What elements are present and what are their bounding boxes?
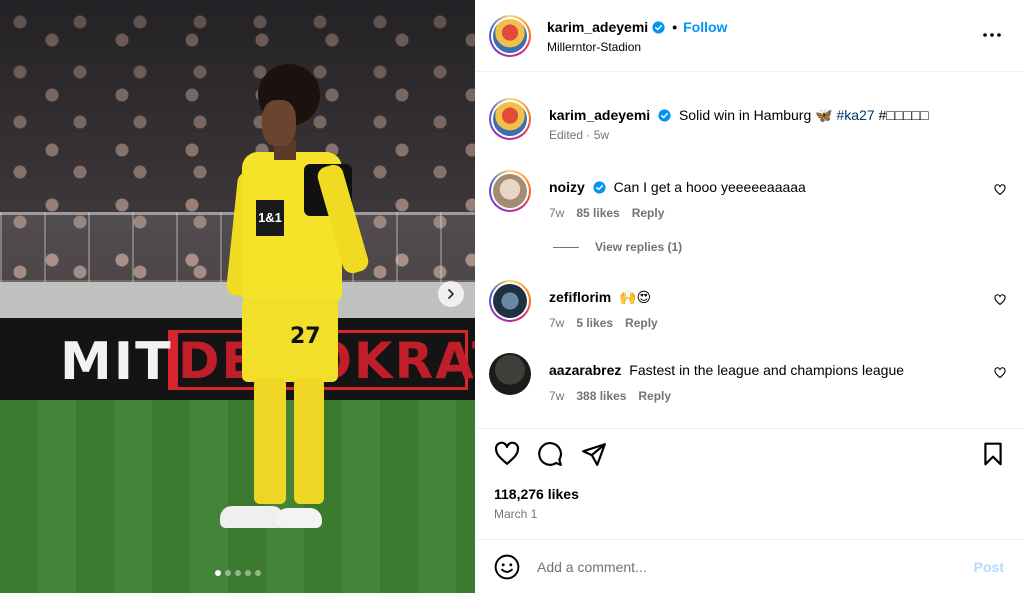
comment-age[interactable]: 7w bbox=[549, 316, 564, 330]
heart-icon[interactable] bbox=[994, 294, 1006, 306]
header-separator: • bbox=[672, 19, 678, 35]
reply-button[interactable]: Reply bbox=[632, 206, 665, 220]
comment-text: 🙌😍 bbox=[619, 289, 652, 305]
more-options-icon[interactable] bbox=[982, 26, 1002, 44]
chevron-right-icon bbox=[448, 289, 454, 299]
carousel-indicator bbox=[0, 570, 475, 576]
carousel-next-button[interactable] bbox=[438, 281, 464, 307]
comment-likes[interactable]: 85 likes bbox=[576, 206, 619, 220]
carousel-dot[interactable] bbox=[214, 570, 221, 576]
post-date[interactable]: March 1 bbox=[494, 507, 537, 521]
comment-age[interactable]: 7w bbox=[549, 389, 564, 403]
jersey-sponsor: 1&1 bbox=[256, 200, 284, 236]
heart-icon[interactable] bbox=[994, 184, 1006, 196]
comment-likes[interactable]: 388 likes bbox=[576, 389, 626, 403]
heart-icon[interactable] bbox=[494, 441, 520, 467]
hashtag[interactable]: #ka27 bbox=[836, 107, 874, 123]
commenter-avatar[interactable] bbox=[489, 280, 531, 322]
view-replies-label: View replies (1) bbox=[595, 240, 683, 254]
emoji-icon[interactable] bbox=[494, 554, 520, 580]
bookmark-icon[interactable] bbox=[980, 441, 1006, 467]
comment-username[interactable]: aazarabrez bbox=[549, 362, 621, 378]
jersey-number: 27 bbox=[290, 324, 321, 349]
comment-age[interactable]: 7w bbox=[549, 206, 564, 220]
commenter-avatar[interactable] bbox=[489, 353, 531, 395]
player-figure: 1&1 27 bbox=[218, 60, 371, 530]
post-details-panel: karim_adeyemi • Follow Millerntor-Stadio… bbox=[475, 0, 1024, 593]
comments-list: karim_adeyemi Solid win in Hamburg 🦋 #ka… bbox=[475, 72, 1024, 428]
follow-button[interactable]: Follow bbox=[683, 19, 727, 35]
comment-input[interactable] bbox=[537, 554, 937, 580]
caption-avatar[interactable] bbox=[489, 98, 531, 140]
comment-username[interactable]: zefiflorim bbox=[549, 289, 611, 305]
carousel-dot[interactable] bbox=[254, 570, 261, 576]
share-icon[interactable] bbox=[581, 441, 607, 467]
comment-composer: Post bbox=[475, 539, 1024, 593]
commenter-avatar[interactable] bbox=[489, 170, 531, 212]
verified-badge-icon bbox=[593, 181, 606, 194]
comment-username[interactable]: noizy bbox=[549, 179, 585, 195]
comment-icon[interactable] bbox=[537, 441, 563, 467]
post-image[interactable]: MIT DEMOKRATIE 1&1 27 bbox=[0, 0, 475, 593]
likes-count[interactable]: 118,276 likes bbox=[494, 486, 579, 502]
verified-badge-icon bbox=[652, 20, 665, 34]
reply-button[interactable]: Reply bbox=[625, 316, 658, 330]
reply-button[interactable]: Reply bbox=[638, 389, 671, 403]
post-header: karim_adeyemi • Follow Millerntor-Stadio… bbox=[475, 0, 1024, 72]
view-replies-button[interactable]: View replies (1) bbox=[553, 240, 682, 254]
author-username[interactable]: karim_adeyemi bbox=[547, 19, 648, 35]
comment-text: Fastest in the league and champions leag… bbox=[629, 362, 905, 378]
heart-icon[interactable] bbox=[994, 367, 1006, 379]
post-comment-button[interactable]: Post bbox=[974, 559, 1004, 575]
post-location[interactable]: Millerntor-Stadion bbox=[547, 40, 641, 54]
author-avatar[interactable] bbox=[489, 15, 531, 57]
verified-badge-icon bbox=[658, 109, 671, 122]
comment-text: Can I get a hooo yeeeeeaaaaa bbox=[613, 179, 806, 195]
carousel-dot[interactable] bbox=[244, 570, 251, 576]
caption-text: Solid win in Hamburg 🦋 bbox=[678, 107, 833, 123]
hashtag[interactable]: #□□□□□ bbox=[879, 107, 929, 123]
carousel-dot[interactable] bbox=[224, 570, 231, 576]
carousel-dot[interactable] bbox=[234, 570, 241, 576]
caption-meta: Edited · 5w bbox=[549, 128, 610, 142]
action-bar bbox=[475, 428, 1024, 474]
comment-likes[interactable]: 5 likes bbox=[576, 316, 613, 330]
caption-username[interactable]: karim_adeyemi bbox=[549, 107, 650, 123]
board-text-mit: MIT bbox=[60, 332, 173, 392]
